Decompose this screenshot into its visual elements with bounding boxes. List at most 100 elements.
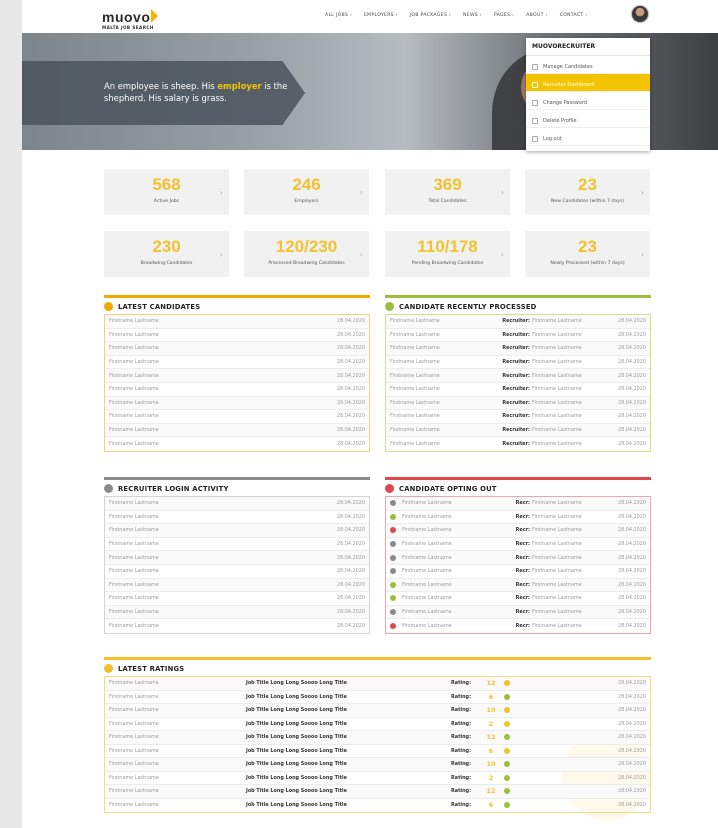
candidate-name: Firstname Lastname <box>109 331 159 338</box>
recruiter-name: Firstname Lastname <box>531 427 582 434</box>
list-item[interactable]: Firstname Lastname Recr: Firstname Lastnam… <box>386 578 650 593</box>
list-item[interactable]: Firstname Lastname Job Title Long Long So… <box>105 704 650 718</box>
status-dot-icon <box>504 734 510 741</box>
job-title: Job Title Long Long Soooo Long Title <box>246 747 347 754</box>
row-date: 28.04.2020 <box>617 500 646 507</box>
list-item[interactable]: Firstname Lastname Recr: Firstname Lastnam… <box>386 497 650 511</box>
list-item[interactable]: Firstname Lastname Job Title Long Long So… <box>105 758 650 772</box>
status-dot-icon <box>504 774 510 781</box>
recruiter-name: Firstname Lastname <box>531 609 582 616</box>
stat-total-candidates[interactable]: 369 Total Candidates › <box>385 169 510 215</box>
menu-manage-candidates[interactable]: Manage Candidates <box>526 56 650 74</box>
list-item[interactable]: Firstname Lastname Recruiter: Firstname La… <box>386 329 650 343</box>
stat-newly-processed[interactable]: 23 Newly Processed (within 7 days) › <box>525 231 650 277</box>
list-item[interactable]: Firstname Lastname 28.04.2020 <box>105 369 369 383</box>
list-item[interactable]: Firstname Lastname Recruiter: Firstname La… <box>386 423 650 438</box>
nav-pages[interactable]: PAGES › <box>494 13 514 18</box>
recently-processed-list: Firstname Lastname Recruiter: Firstname La… <box>385 314 651 452</box>
list-item[interactable]: Firstname Lastname Recr: Firstname Lastnam… <box>386 619 650 633</box>
recruiter-label: Recruiter: <box>502 413 530 420</box>
list-item[interactable]: Firstname Lastname Recr: Firstname Lastnam… <box>386 524 650 538</box>
list-item[interactable]: Firstname Lastname 28.04.2020 <box>105 538 369 552</box>
list-item[interactable]: Firstname Lastname 28.04.2020 <box>105 619 369 633</box>
list-item[interactable]: Firstname Lastname Recruiter: Firstname La… <box>386 356 650 370</box>
list-item[interactable]: Firstname Lastname Job Title Long Long So… <box>105 785 650 799</box>
list-item[interactable]: Firstname Lastname Job Title Long Long So… <box>105 745 650 758</box>
candidate-name: Firstname Lastname <box>402 527 452 534</box>
list-item[interactable]: Firstname Lastname Recruiter: Firstname La… <box>386 342 650 356</box>
list-item[interactable]: Firstname Lastname 28.04.2020 <box>105 356 369 370</box>
list-item[interactable]: Firstname Lastname Recr: Firstname Lastnam… <box>386 565 650 579</box>
list-item[interactable]: Firstname Lastname 28.04.2020 <box>105 383 369 397</box>
lock-icon <box>532 100 538 106</box>
list-item[interactable]: Firstname Lastname 28.04.2020 <box>105 578 369 593</box>
user-avatar[interactable] <box>631 5 649 23</box>
row-date: 28.04.2020 <box>617 318 646 325</box>
list-item[interactable]: Firstname Lastname Recruiter: Firstname La… <box>386 315 650 329</box>
list-item[interactable]: Firstname Lastname Recruiter: Firstname La… <box>386 383 650 397</box>
list-item[interactable]: Firstname Lastname 28.04.2020 <box>105 437 369 451</box>
job-title: Job Title Long Long Soooo Long Title <box>246 720 347 727</box>
list-item[interactable]: Firstname Lastname 28.04.2020 <box>105 511 369 525</box>
list-item[interactable]: Firstname Lastname Recruiter: Firstname La… <box>386 369 650 383</box>
nav-all-jobs[interactable]: ALL JOBS › <box>325 13 352 18</box>
stat-active-jobs[interactable]: 568 Active Jobs › <box>104 169 229 215</box>
list-item[interactable]: Firstname Lastname 28.04.2020 <box>105 315 369 329</box>
list-item[interactable]: Firstname Lastname 28.04.2020 <box>105 551 369 565</box>
status-dot-icon <box>390 609 396 616</box>
menu-delete-profile[interactable]: Delete Profile <box>526 110 650 128</box>
logo[interactable]: muovo MALTA JOB SEARCH <box>102 7 159 30</box>
row-date: 28.04.2020 <box>336 500 365 507</box>
rating-label: Rating: <box>451 761 472 768</box>
list-item[interactable]: Firstname Lastname 28.04.2020 <box>105 592 369 606</box>
list-item[interactable]: Firstname Lastname Job Title Long Long So… <box>105 731 650 745</box>
list-item[interactable]: Firstname Lastname Recr: Firstname Lastnam… <box>386 511 650 525</box>
list-item[interactable]: Firstname Lastname 28.04.2020 <box>105 410 369 424</box>
chevron-right-icon: › <box>500 250 504 259</box>
recruiter-name: Firstname Lastname <box>109 541 159 548</box>
recruiter-name: Firstname Lastname <box>531 372 582 379</box>
list-item[interactable]: Firstname Lastname 28.04.2020 <box>105 565 369 579</box>
list-item[interactable]: Firstname Lastname Recruiter: Firstname La… <box>386 396 650 411</box>
list-item[interactable]: Firstname Lastname 28.04.2020 <box>105 524 369 538</box>
nav-news[interactable]: NEWS › <box>463 13 482 18</box>
rating-value: 2 <box>488 773 494 782</box>
list-item[interactable]: Firstname Lastname Recr: Firstname Lastnam… <box>386 605 650 620</box>
chevron-right-icon: › <box>640 188 644 197</box>
rating-label: Rating: <box>451 693 472 700</box>
list-item[interactable]: Firstname Lastname Job Title Long Long So… <box>105 677 650 691</box>
menu-log-out[interactable]: Log out <box>526 128 650 146</box>
nav-job-packages[interactable]: JOB PACKAGES › <box>410 13 451 18</box>
list-item[interactable]: Firstname Lastname Job Title Long Long So… <box>105 772 650 785</box>
recruiter-label: Recruiter: <box>502 359 530 366</box>
menu-recruiter-dashboard[interactable]: Recruiter Dashboard <box>526 74 650 92</box>
list-item[interactable]: Firstname Lastname Job Title Long Long So… <box>105 799 650 813</box>
list-item[interactable]: Firstname Lastname Recr: Firstname Lastnam… <box>386 592 650 606</box>
list-item[interactable]: Firstname Lastname Recr: Firstname Lastnam… <box>386 538 650 552</box>
stat-new-candidates[interactable]: 23 New Candidates (within 7 days) › <box>525 169 650 215</box>
menu-change-password[interactable]: Change Password <box>526 92 650 110</box>
list-item[interactable]: Firstname Lastname 28.04.2020 <box>105 605 369 620</box>
list-item[interactable]: Firstname Lastname 28.04.2020 <box>105 329 369 343</box>
list-item[interactable]: Firstname Lastname Job Title Long Long So… <box>105 691 650 704</box>
list-item[interactable]: Firstname Lastname Recruiter: Firstname La… <box>386 410 650 424</box>
nav-contact[interactable]: CONTACT › <box>560 13 588 18</box>
nav-employers[interactable]: EMPLOYERS › <box>364 13 398 18</box>
panel-title: RECRUITER LOGIN ACTIVITY <box>104 480 370 494</box>
list-item[interactable]: Firstname Lastname Recr: Firstname Lastnam… <box>386 551 650 565</box>
list-item[interactable]: Firstname Lastname 28.04.2020 <box>105 342 369 356</box>
panel-title: CANDIDATE OPTING OUT <box>385 480 651 494</box>
stat-employers[interactable]: 246 Employers › <box>244 169 369 215</box>
list-item[interactable]: Firstname Lastname 28.04.2020 <box>105 423 369 438</box>
stat-processed-broadwing[interactable]: 120/230 Processed Broadwing Candidates › <box>244 231 369 277</box>
list-item[interactable]: Firstname Lastname Recruiter: Firstname La… <box>386 437 650 451</box>
job-title: Job Title Long Long Soooo Long Title <box>246 802 347 809</box>
list-item[interactable]: Firstname Lastname 28.04.2020 <box>105 396 369 411</box>
nav-about[interactable]: ABOUT › <box>526 13 547 18</box>
status-dot-icon <box>390 541 396 548</box>
recruiter-name: Firstname Lastname <box>531 441 582 448</box>
stat-broadwing-candidates[interactable]: 230 Broadwing Candidates › <box>104 231 229 277</box>
list-item[interactable]: Firstname Lastname Job Title Long Long So… <box>105 718 650 731</box>
list-item[interactable]: Firstname Lastname 28.04.2020 <box>105 497 369 511</box>
stat-pending-broadwing[interactable]: 110/178 Pending Broadwing Candidates › <box>385 231 510 277</box>
